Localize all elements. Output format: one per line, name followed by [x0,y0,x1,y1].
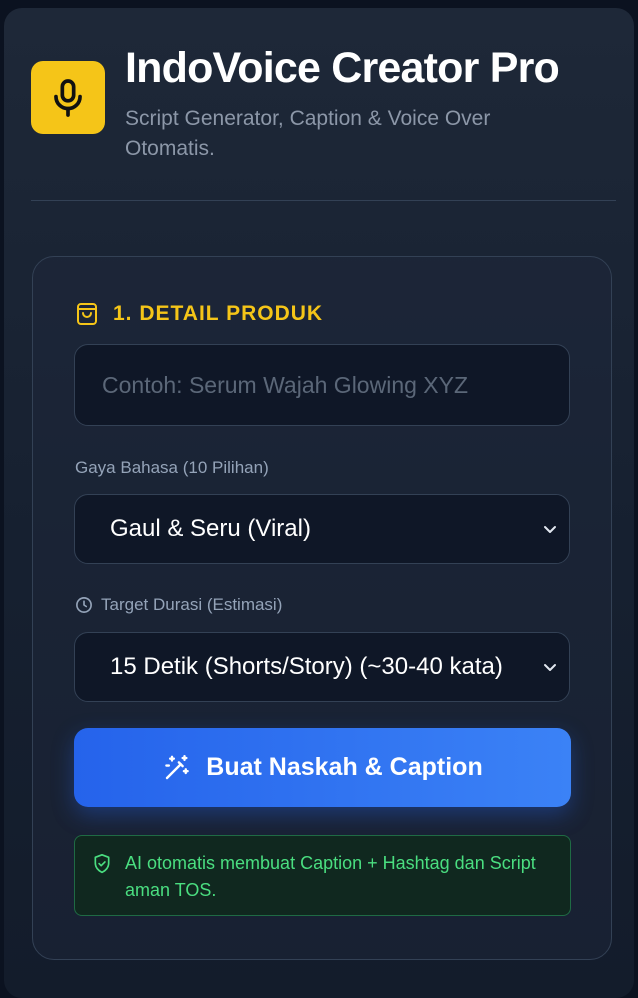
product-name-input[interactable] [74,344,570,426]
style-label-text: Gaya Bahasa (10 Pilihan) [75,458,269,477]
app-subtitle: Script Generator, Caption & Voice Over O… [125,107,491,160]
product-detail-card: 1. DETAIL PRODUK Gaya Bahasa (10 Pilihan… [32,256,612,960]
generate-button-label: Buat Naskah & Caption [206,753,483,781]
app-title: IndoVoice Creator Pro [125,44,560,92]
microphone-icon [54,78,82,117]
section-title-text: 1. DETAIL PRODUK [113,302,324,325]
magic-wand-icon [165,754,190,779]
app-logo [31,61,105,134]
chevron-down-icon [537,495,563,563]
shield-check-icon [94,853,110,874]
duration-label: Target Durasi (Estimasi) [75,595,282,615]
duration-select-value: 15 Detik (Shorts/Story) (~30-40 kata) [110,653,503,680]
shopping-bag-icon [77,303,97,325]
section-title: 1. DETAIL PRODUK [75,301,323,327]
info-notice: AI otomatis membuat Caption + Hashtag da… [74,835,571,916]
header-divider [31,200,616,201]
duration-label-text: Target Durasi (Estimasi) [101,595,283,614]
duration-select[interactable]: 15 Detik (Shorts/Story) (~30-40 kata) [74,632,570,702]
style-label: Gaya Bahasa (10 Pilihan) [75,458,269,478]
style-select[interactable]: Gaul & Seru (Viral) [74,494,570,564]
generate-script-button[interactable]: Buat Naskah & Caption [74,728,571,807]
clock-icon [76,597,92,613]
chevron-down-icon [537,633,563,701]
app-window: IndoVoice Creator Pro Script Generator, … [4,8,634,998]
info-notice-text: AI otomatis membuat Caption + Hashtag da… [125,853,536,900]
style-select-value: Gaul & Seru (Viral) [110,515,311,542]
